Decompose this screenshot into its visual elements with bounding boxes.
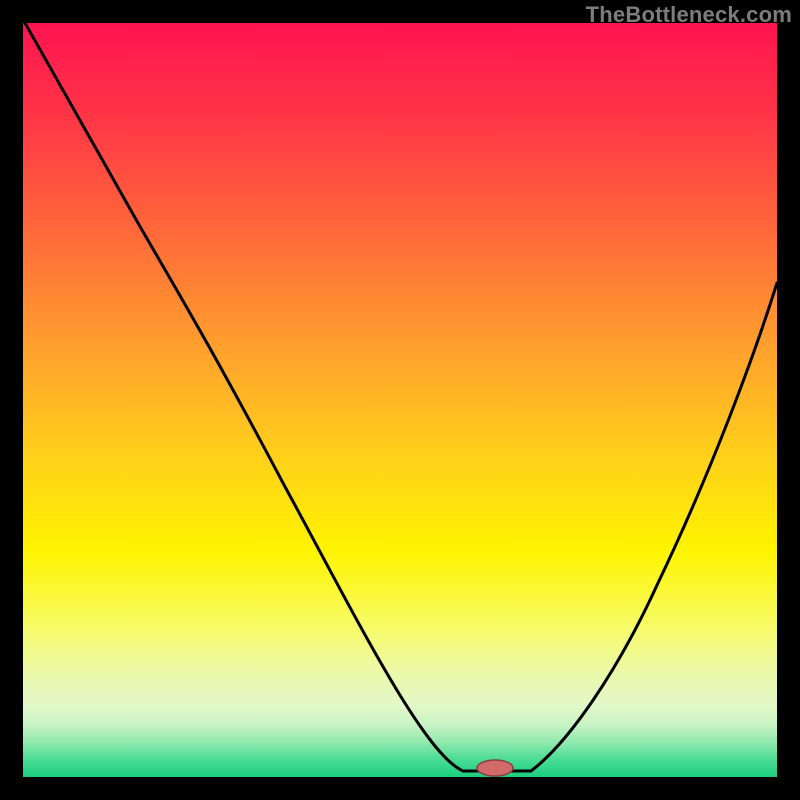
watermark-text: TheBottleneck.com: [586, 2, 792, 28]
optimal-marker: [477, 760, 513, 776]
outer-frame: TheBottleneck.com: [0, 0, 800, 800]
plot-area: [23, 23, 777, 777]
gradient-background: [23, 23, 777, 777]
plot-svg: [23, 23, 777, 777]
